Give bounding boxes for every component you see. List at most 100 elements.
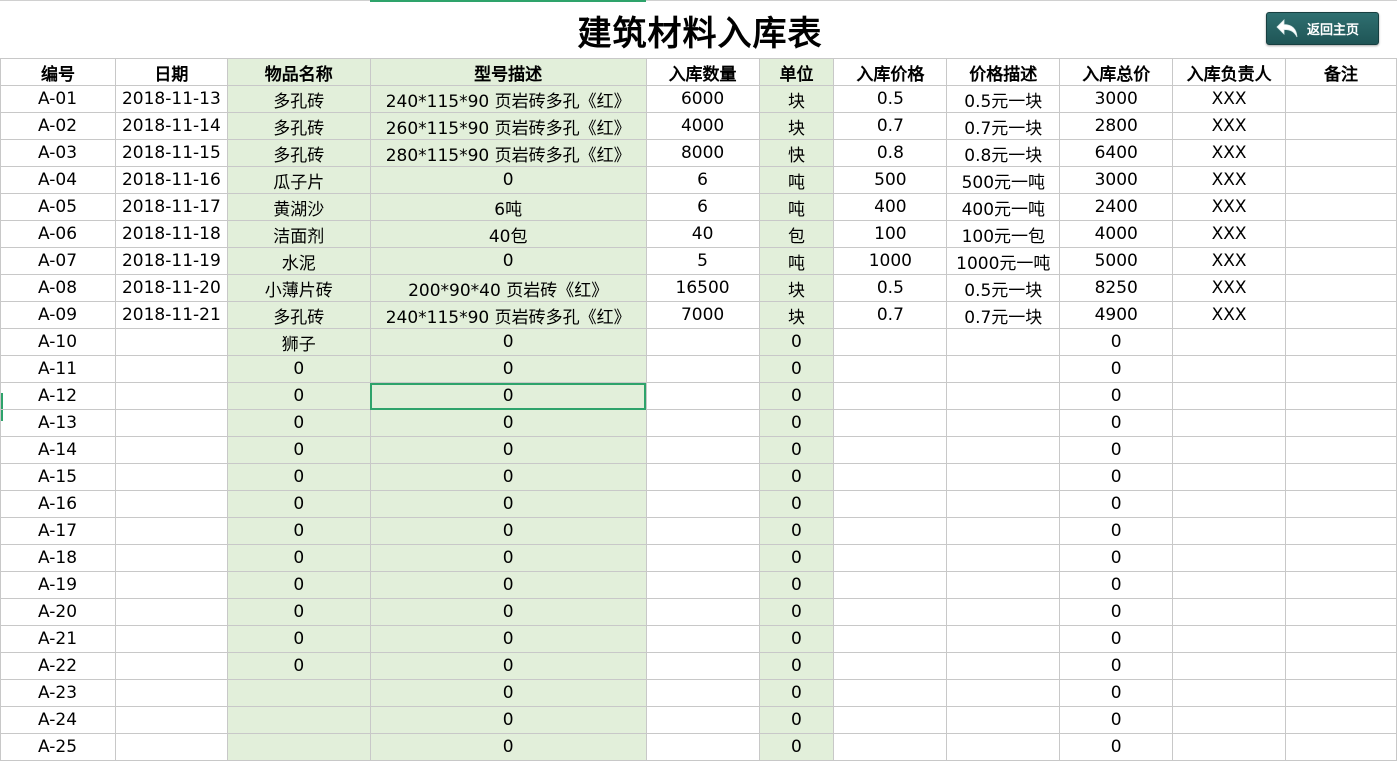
cell-remarks[interactable]	[1285, 463, 1397, 491]
cell-item-name[interactable]: 黄湖沙	[226, 193, 371, 221]
cell-code[interactable]: A-24	[0, 706, 116, 734]
cell-remarks[interactable]	[1285, 652, 1397, 680]
cell-unit[interactable]: 0	[758, 544, 835, 572]
cell-unit[interactable]: 吨	[758, 193, 835, 221]
cell-item-name[interactable]: 0	[226, 571, 371, 599]
cell-remarks[interactable]	[1285, 220, 1397, 248]
cell-unit[interactable]: 0	[758, 463, 835, 491]
cell-model-desc[interactable]: 260*115*90 页岩砖多孔《红》	[369, 112, 647, 140]
cell-total-price[interactable]: 0	[1059, 598, 1174, 626]
cell-manager[interactable]	[1172, 625, 1287, 653]
cell-remarks[interactable]	[1285, 247, 1397, 275]
cell-total-price[interactable]: 0	[1059, 679, 1174, 707]
cell-model-desc[interactable]: 0	[369, 571, 647, 599]
cell-manager[interactable]: XXX	[1172, 274, 1287, 302]
column-header-quantity[interactable]: 入库数量	[645, 58, 760, 86]
cell-price-desc[interactable]: 0.5元一块	[946, 85, 1061, 113]
cell-total-price[interactable]: 3000	[1059, 166, 1174, 194]
cell-model-desc[interactable]: 0	[369, 463, 647, 491]
cell-code[interactable]: A-13	[0, 409, 116, 437]
cell-quantity[interactable]: 6	[645, 166, 760, 194]
cell-code[interactable]: A-16	[0, 490, 116, 518]
cell-manager[interactable]	[1172, 571, 1287, 599]
cell-quantity[interactable]	[645, 463, 760, 491]
cell-quantity[interactable]: 4000	[645, 112, 760, 140]
cell-date[interactable]: 2018-11-21	[114, 301, 228, 329]
column-header-code[interactable]: 编号	[0, 58, 116, 86]
cell-remarks[interactable]	[1285, 355, 1397, 383]
cell-item-name[interactable]: 0	[226, 436, 371, 464]
cell-item-name[interactable]: 0	[226, 409, 371, 437]
cell-price-desc[interactable]: 0.5元一块	[946, 274, 1061, 302]
cell-unit-price[interactable]	[833, 652, 948, 680]
column-header-manager[interactable]: 入库负责人	[1172, 58, 1287, 86]
cell-unit[interactable]: 0	[758, 652, 835, 680]
cell-model-desc[interactable]: 6吨	[369, 193, 647, 221]
cell-date[interactable]	[114, 571, 228, 599]
cell-quantity[interactable]	[645, 598, 760, 626]
cell-quantity[interactable]	[645, 409, 760, 437]
cell-model-desc[interactable]: 280*115*90 页岩砖多孔《红》	[369, 139, 647, 167]
column-header-price-desc[interactable]: 价格描述	[946, 58, 1061, 86]
cell-total-price[interactable]: 0	[1059, 409, 1174, 437]
cell-price-desc[interactable]: 0.8元一块	[946, 139, 1061, 167]
cell-price-desc[interactable]	[946, 328, 1061, 356]
cell-unit[interactable]: 0	[758, 598, 835, 626]
cell-unit-price[interactable]	[833, 355, 948, 383]
cell-item-name[interactable]: 小薄片砖	[226, 274, 371, 302]
cell-unit[interactable]: 吨	[758, 166, 835, 194]
cell-unit[interactable]: 0	[758, 571, 835, 599]
cell-quantity[interactable]: 7000	[645, 301, 760, 329]
cell-remarks[interactable]	[1285, 436, 1397, 464]
cell-total-price[interactable]: 0	[1059, 463, 1174, 491]
cell-code[interactable]: A-05	[0, 193, 116, 221]
cell-manager[interactable]: XXX	[1172, 247, 1287, 275]
cell-code[interactable]: A-12	[0, 382, 116, 410]
cell-unit-price[interactable]	[833, 382, 948, 410]
cell-unit[interactable]: 0	[758, 436, 835, 464]
cell-remarks[interactable]	[1285, 382, 1397, 410]
cell-date[interactable]	[114, 463, 228, 491]
cell-date[interactable]: 2018-11-14	[114, 112, 228, 140]
cell-code[interactable]: A-10	[0, 328, 116, 356]
cell-unit[interactable]: 快	[758, 139, 835, 167]
cell-quantity[interactable]	[645, 706, 760, 734]
cell-manager[interactable]	[1172, 706, 1287, 734]
cell-price-desc[interactable]: 1000元一吨	[946, 247, 1061, 275]
cell-unit[interactable]: 包	[758, 220, 835, 248]
cell-quantity[interactable]: 5	[645, 247, 760, 275]
cell-unit[interactable]: 0	[758, 328, 835, 356]
cell-item-name[interactable]: 0	[226, 463, 371, 491]
cell-date[interactable]	[114, 382, 228, 410]
cell-quantity[interactable]: 16500	[645, 274, 760, 302]
cell-date[interactable]	[114, 517, 228, 545]
cell-manager[interactable]: XXX	[1172, 139, 1287, 167]
cell-manager[interactable]	[1172, 733, 1287, 761]
cell-unit[interactable]: 0	[758, 733, 835, 761]
cell-code[interactable]: A-08	[0, 274, 116, 302]
cell-item-name[interactable]: 狮子	[226, 328, 371, 356]
cell-total-price[interactable]: 5000	[1059, 247, 1174, 275]
cell-total-price[interactable]: 0	[1059, 328, 1174, 356]
cell-unit-price[interactable]	[833, 463, 948, 491]
cell-code[interactable]: A-23	[0, 679, 116, 707]
cell-total-price[interactable]: 2800	[1059, 112, 1174, 140]
cell-unit[interactable]: 0	[758, 679, 835, 707]
cell-price-desc[interactable]	[946, 490, 1061, 518]
cell-unit-price[interactable]	[833, 409, 948, 437]
cell-model-desc[interactable]: 0	[369, 706, 647, 734]
cell-item-name[interactable]: 0	[226, 652, 371, 680]
cell-item-name[interactable]: 多孔砖	[226, 301, 371, 329]
cell-model-desc[interactable]: 0	[369, 679, 647, 707]
cell-quantity[interactable]: 8000	[645, 139, 760, 167]
cell-manager[interactable]	[1172, 328, 1287, 356]
cell-unit-price[interactable]	[833, 571, 948, 599]
cell-manager[interactable]: XXX	[1172, 220, 1287, 248]
cell-item-name[interactable]: 0	[226, 382, 371, 410]
cell-unit[interactable]: 0	[758, 706, 835, 734]
cell-code[interactable]: A-14	[0, 436, 116, 464]
cell-unit-price[interactable]: 0.7	[833, 301, 948, 329]
cell-remarks[interactable]	[1285, 328, 1397, 356]
cell-code[interactable]: A-18	[0, 544, 116, 572]
cell-total-price[interactable]: 0	[1059, 517, 1174, 545]
